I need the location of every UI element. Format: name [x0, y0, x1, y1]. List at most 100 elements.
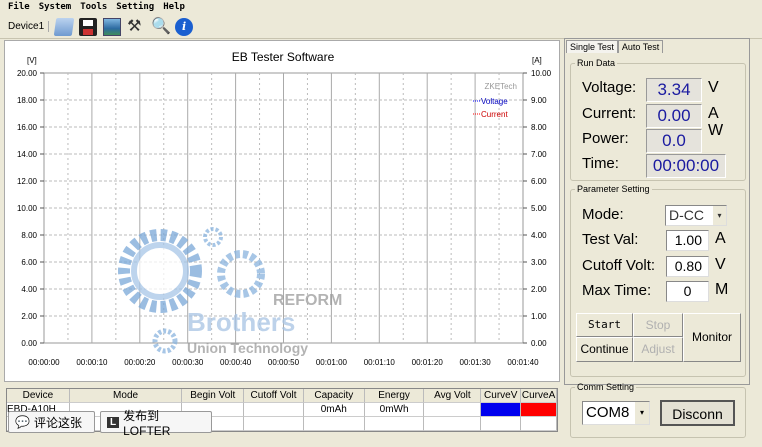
mode-select[interactable]: D-CC ▾: [665, 205, 727, 226]
right-tick-label: 7.00: [531, 150, 547, 159]
voltage-value: 3.34: [646, 78, 702, 102]
menu-bar: File System Tools Setting Help: [0, 0, 762, 14]
col-device: Device: [7, 389, 70, 403]
cutoff-volt-label: Cutoff Volt:: [582, 257, 656, 274]
tools-icon[interactable]: ⚒: [127, 18, 145, 36]
mode-label: Mode:: [582, 206, 624, 223]
left-tick-label: 6.00: [21, 258, 37, 267]
right-tick-label: 3.00: [531, 258, 547, 267]
parameter-legend: Parameter Setting: [577, 184, 650, 194]
publish-label: 发布到LOFTER: [123, 408, 171, 438]
left-tick-label: 12.00: [17, 177, 38, 186]
col-curve-v: CurveV: [481, 389, 522, 403]
svg-text:Brothers: Brothers: [187, 307, 295, 337]
voltage-unit: V: [708, 79, 719, 96]
adjust-button[interactable]: Adjust: [633, 337, 683, 362]
x-tick-label: 00:01:20: [412, 358, 444, 367]
right-tick-label: 2.00: [531, 285, 547, 294]
max-time-unit: M: [715, 281, 729, 298]
x-tick-label: 00:00:30: [172, 358, 204, 367]
stop-button[interactable]: Stop: [633, 313, 683, 337]
left-axis-unit: [V]: [27, 56, 37, 65]
test-val-label: Test Val:: [582, 231, 639, 248]
chevron-down-icon[interactable]: ▾: [713, 206, 726, 225]
chevron-down-icon[interactable]: ▾: [635, 402, 649, 424]
x-tick-label: 00:00:50: [268, 358, 300, 367]
monitor-button[interactable]: Monitor: [683, 313, 741, 362]
mode-value: D-CC: [669, 207, 704, 223]
cutoff-volt-unit: V: [715, 256, 726, 273]
com-port-select[interactable]: COM8 ▾: [582, 401, 650, 425]
menu-system[interactable]: System: [39, 2, 72, 14]
voltage-current-chart: EB Tester Software [V] [A] 00:00:00 00:00…: [17, 50, 552, 367]
col-energy: Energy: [364, 389, 425, 403]
x-tick-label: 00:01:10: [364, 358, 396, 367]
info-icon[interactable]: i: [175, 17, 194, 36]
col-begin-volt: Begin Volt: [182, 389, 245, 403]
right-tick-label: 6.00: [531, 177, 547, 186]
right-tick-label: 9.00: [531, 96, 547, 105]
comment-label: 评论这张: [33, 415, 82, 430]
cell-curve-a-color[interactable]: [521, 403, 558, 417]
right-tick-label: 1.00: [531, 312, 547, 321]
x-tick-label: 00:00:00: [28, 358, 60, 367]
device-tab[interactable]: Device1: [8, 21, 50, 32]
right-tick-label: 10.00: [531, 69, 552, 78]
x-tick-label: 00:01:30: [460, 358, 492, 367]
col-avg-volt: Avg Volt: [424, 389, 482, 403]
menu-setting[interactable]: Setting: [116, 2, 154, 14]
save-icon[interactable]: [79, 17, 98, 36]
left-tick-label: 20.00: [17, 69, 38, 78]
col-curve-a: CurveA: [521, 389, 558, 403]
menu-tools[interactable]: Tools: [80, 2, 107, 14]
lofter-icon: L: [107, 416, 120, 428]
menu-help[interactable]: Help: [163, 2, 185, 14]
menu-file[interactable]: File: [8, 2, 30, 14]
power-label: Power:: [582, 130, 629, 147]
search-icon[interactable]: 🔍: [151, 18, 171, 36]
col-mode: Mode: [69, 389, 183, 403]
left-tick-label: 8.00: [21, 231, 37, 240]
current-value: 0.00: [646, 104, 702, 128]
continue-button[interactable]: Continue: [576, 337, 633, 362]
time-label: Time:: [582, 155, 619, 172]
cutoff-volt-input[interactable]: 0.80: [666, 256, 709, 277]
open-folder-icon[interactable]: [53, 17, 75, 36]
publish-lofter-button[interactable]: L 发布到LOFTER: [100, 409, 212, 438]
legend-voltage: Voltage: [481, 97, 508, 106]
left-tick-label: 4.00: [21, 285, 37, 294]
cell-capacity: 0mAh: [303, 403, 365, 417]
left-tick-label: 10.00: [17, 204, 38, 213]
x-tick-label: 00:00:40: [220, 358, 252, 367]
watermark-logo: REFORM Brothers Union Technology: [118, 227, 342, 356]
power-unit: W: [708, 122, 724, 139]
cell-cutoff-volt: [244, 403, 304, 417]
svg-text:Union Technology: Union Technology: [187, 340, 308, 356]
test-val-input[interactable]: 1.00: [666, 230, 709, 251]
panel-tabs: Single Test Auto Test: [566, 40, 664, 53]
left-tick-label: 18.00: [17, 96, 38, 105]
voltage-label: Voltage:: [582, 79, 637, 96]
chart-image-icon[interactable]: [103, 17, 122, 36]
toolbar: Device1 ⚒ 🔍 i: [0, 15, 762, 39]
table-header: Device Mode Begin Volt Cutoff Volt Capac…: [7, 389, 558, 403]
disconnect-button[interactable]: Disconn: [660, 400, 735, 426]
power-value: 0.0: [646, 129, 702, 153]
left-tick-label: 14.00: [17, 150, 38, 159]
max-time-input[interactable]: 0: [666, 281, 709, 302]
comment-button[interactable]: 💬 评论这张: [8, 411, 95, 433]
tab-auto-test[interactable]: Auto Test: [617, 40, 664, 53]
chart-panel: EB Tester Software [V] [A] 00:00:00 00:00…: [4, 40, 560, 382]
col-capacity: Capacity: [303, 389, 365, 403]
right-axis-unit: [A]: [532, 56, 542, 65]
cell-curve-v-color[interactable]: [481, 403, 522, 417]
cell-energy: 0mWh: [364, 403, 425, 417]
left-tick-label: 2.00: [21, 312, 37, 321]
cell-avg-volt: [424, 403, 482, 417]
time-value: 00:00:00: [646, 154, 726, 178]
tab-single-test[interactable]: Single Test: [566, 40, 618, 53]
x-tick-label: 00:01:40: [507, 358, 539, 367]
legend-brand: ZKETech: [485, 82, 517, 91]
col-cutoff-volt: Cutoff Volt: [244, 389, 304, 403]
start-button[interactable]: Start: [576, 313, 633, 337]
